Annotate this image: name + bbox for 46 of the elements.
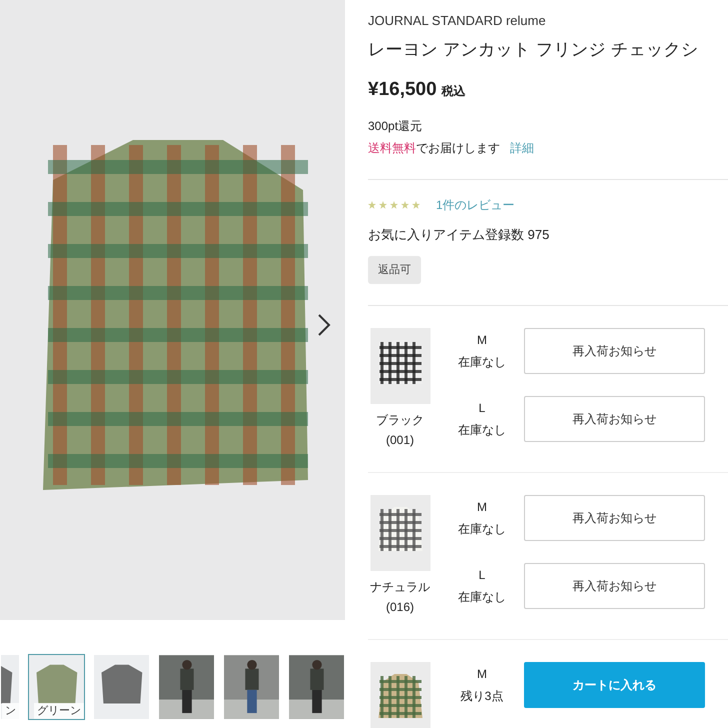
restock-notify-button[interactable]: 再入荷お知らせ bbox=[524, 563, 705, 609]
points-text: 300pt還元 bbox=[368, 118, 424, 134]
product-title: レーヨン アンカット フリンジ チェックシ bbox=[368, 39, 700, 61]
size-label: L bbox=[478, 567, 486, 584]
size-label: M bbox=[477, 499, 487, 516]
color-name: ナチュラル bbox=[370, 579, 430, 596]
thumbnail[interactable]: グリーン bbox=[28, 654, 85, 720]
restock-notify-button[interactable]: 再入荷お知らせ bbox=[524, 495, 705, 541]
returnable-tag: 返品可 bbox=[368, 256, 421, 284]
thumbnail[interactable] bbox=[158, 654, 215, 720]
color-code: (001) bbox=[386, 432, 414, 449]
star-icon bbox=[379, 200, 387, 208]
free-shipping-text: 送料無料 bbox=[368, 140, 416, 156]
favorites-count: お気に入りアイテム登録数 975 bbox=[368, 226, 550, 244]
delivery-text: でお届けします bbox=[416, 140, 500, 156]
thumbnail-label: グリーン bbox=[34, 703, 84, 719]
size-label: M bbox=[477, 332, 487, 349]
star-icon bbox=[412, 200, 420, 208]
brand-name: JOURNAL STANDARD relume bbox=[368, 12, 547, 30]
shirt-photo bbox=[368, 662, 432, 728]
stock-status: 在庫なし bbox=[458, 589, 506, 606]
person-photo bbox=[159, 655, 214, 719]
stock-status: 在庫なし bbox=[458, 521, 506, 538]
stock-status: 在庫なし bbox=[458, 354, 506, 371]
thumbnail-label: ン bbox=[2, 703, 19, 719]
star-icon bbox=[401, 200, 409, 208]
color-name: ブラック bbox=[376, 412, 424, 429]
restock-notify-button[interactable]: 再入荷お知らせ bbox=[524, 328, 705, 374]
star-icon bbox=[368, 200, 376, 208]
stock-status: 残り3点 bbox=[460, 688, 504, 705]
color-code: (016) bbox=[386, 599, 414, 616]
thumbnail[interactable]: ン bbox=[0, 654, 20, 720]
size-label: M bbox=[477, 666, 487, 683]
thumbnail[interactable] bbox=[288, 654, 345, 720]
price: ¥16,500 bbox=[368, 78, 437, 102]
stock-status: 在庫なし bbox=[458, 422, 506, 439]
size-label: L bbox=[478, 400, 486, 417]
thumbnail[interactable] bbox=[223, 654, 280, 720]
restock-notify-button[interactable]: 再入荷お知らせ bbox=[524, 396, 705, 442]
thumbnail[interactable] bbox=[93, 654, 150, 720]
person-photo bbox=[224, 655, 279, 719]
next-arrow-icon[interactable] bbox=[317, 313, 331, 337]
person-photo bbox=[289, 655, 344, 719]
tax-label: 税込 bbox=[442, 83, 466, 100]
shirt-photo bbox=[94, 655, 149, 719]
star-icon bbox=[390, 200, 398, 208]
